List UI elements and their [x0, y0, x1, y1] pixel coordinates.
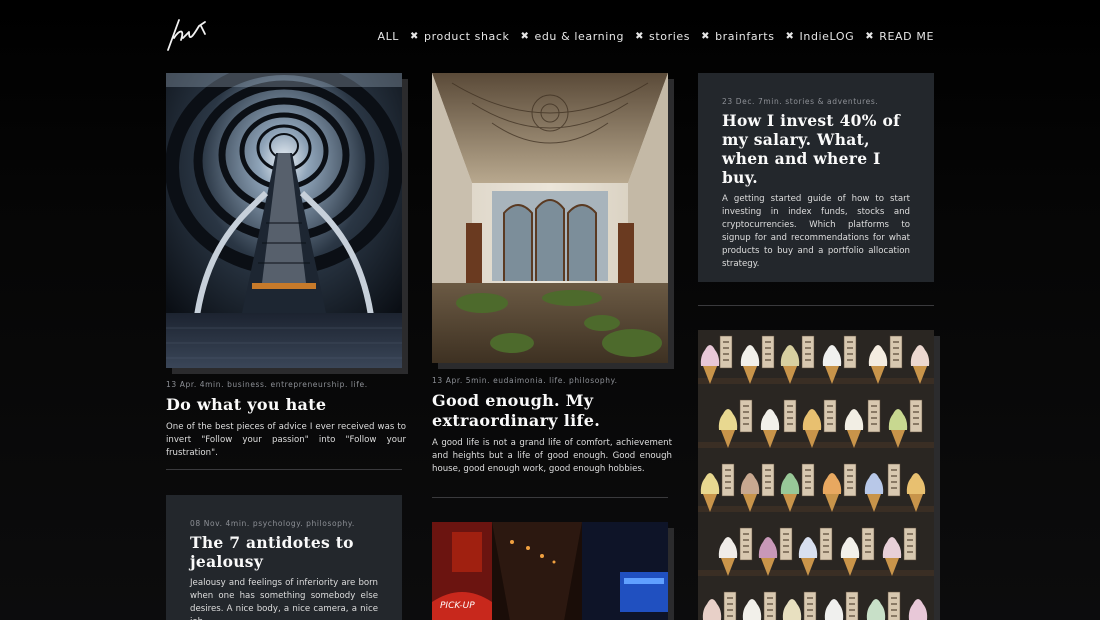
post-image-escalator[interactable]	[165, 61, 403, 368]
nav-item-edu-learning[interactable]: ✖ edu & learning	[521, 30, 625, 43]
post-description: A good life is not a grand life of comfo…	[432, 438, 672, 474]
divider	[166, 469, 402, 470]
post-meta: 13 Apr. 5min. eudaimonia. life. philosop…	[432, 376, 618, 385]
cross-icon: ✖	[785, 31, 795, 42]
night-street-photo-icon: PICK-UP	[432, 522, 668, 620]
nav-item-indielog[interactable]: ✖ IndieLOG	[786, 30, 855, 43]
post-card-7-antidotes[interactable]: 08 Nov. 4min. psychology. philosophy. Th…	[166, 495, 402, 620]
cross-icon: ✖	[865, 31, 875, 42]
site-logo-icon[interactable]	[165, 16, 217, 54]
nav-label: brainfarts	[715, 30, 775, 43]
ice-cream-display-photo-icon	[698, 330, 934, 620]
divider	[432, 497, 668, 498]
abandoned-room-photo-icon	[432, 73, 668, 363]
nav-label: READ ME	[879, 30, 934, 43]
nav-item-brainfarts[interactable]: ✖ brainfarts	[701, 30, 774, 43]
post-meta: 13 Apr. 4min. business. entrepreneurship…	[166, 380, 368, 389]
post-description: Jealousy and feelings of inferiority are…	[190, 578, 378, 620]
cross-icon: ✖	[410, 31, 420, 42]
cross-icon: ✖	[701, 31, 711, 42]
nav-item-product-shack[interactable]: ✖ product shack	[410, 30, 509, 43]
main-nav: ALL ✖ product shack ✖ edu & learning ✖ stor…	[377, 30, 934, 43]
nav-label: stories	[649, 30, 691, 43]
cross-icon: ✖	[520, 31, 530, 42]
post-image-ruin[interactable]	[432, 73, 668, 363]
post-title[interactable]: Do what you hate	[166, 395, 406, 415]
post-meta: 23 Dec. 7min. stories & adventures.	[722, 97, 879, 106]
post-card-do-what-you-hate[interactable]: 13 Apr. 4min. business. entrepreneurship…	[166, 380, 406, 460]
post-image-ice-cream[interactable]	[698, 330, 934, 620]
cross-icon: ✖	[635, 31, 645, 42]
nav-item-stories[interactable]: ✖ stories	[635, 30, 690, 43]
nav-item-all[interactable]: ALL	[377, 30, 399, 43]
post-title[interactable]: How I invest 40% of my salary. What, whe…	[722, 111, 910, 187]
nav-label: IndieLOG	[799, 30, 855, 43]
divider	[698, 305, 934, 306]
nav-label: product shack	[424, 30, 510, 43]
post-card-good-enough[interactable]: 13 Apr. 5min. eudaimonia. life. philosop…	[432, 376, 672, 476]
escalator-photo-icon	[165, 61, 403, 368]
post-title[interactable]: The 7 antidotes to jealousy	[190, 533, 378, 571]
nav-item-read-me[interactable]: ✖ READ ME	[865, 30, 934, 43]
post-description: A getting started guide of how to start …	[722, 194, 910, 269]
post-card-invest[interactable]: 23 Dec. 7min. stories & adventures. How …	[698, 73, 934, 282]
street-sign-text: PICK-UP	[440, 601, 475, 611]
nav-label: edu & learning	[534, 30, 625, 43]
nav-label: ALL	[377, 30, 400, 43]
post-title[interactable]: Good enough. My extraordinary life.	[432, 391, 672, 430]
post-image-night-street[interactable]: PICK-UP	[432, 522, 668, 620]
post-meta: 08 Nov. 4min. psychology. philosophy.	[190, 519, 355, 528]
post-description: One of the best pieces of advice I ever …	[166, 422, 406, 458]
